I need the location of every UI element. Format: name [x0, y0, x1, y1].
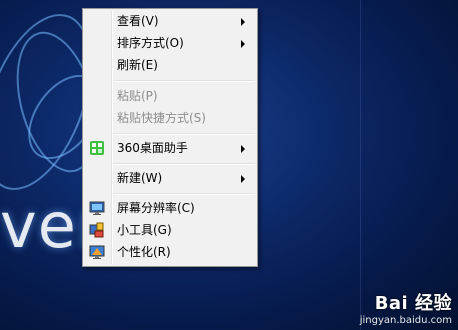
- context-menu: 查看(V) 排序方式(O) 刷新(E) 粘贴(P) 粘贴快捷方式(S) 360桌…: [82, 8, 258, 267]
- menu-item-label: 粘贴快捷方式(S): [117, 111, 206, 125]
- menu-item-sort[interactable]: 排序方式(O): [85, 32, 255, 54]
- wallpaper-light-line: [360, 0, 361, 330]
- 360-desktop-helper-icon: [89, 140, 105, 156]
- menu-item-label: 排序方式(O): [117, 36, 184, 50]
- menu-item-paste[interactable]: 粘贴(P): [85, 85, 255, 107]
- personalize-icon: [89, 244, 105, 260]
- submenu-arrow-icon: [241, 175, 245, 183]
- gadgets-icon: [89, 222, 105, 238]
- menu-item-label: 小工具(G): [117, 223, 172, 237]
- submenu-arrow-icon: [241, 40, 245, 48]
- menu-separator: [113, 133, 255, 135]
- menu-item-360-desktop-helper[interactable]: 360桌面助手: [85, 137, 255, 159]
- menu-item-personalize[interactable]: 个性化(R): [85, 241, 255, 263]
- baidu-jingyan-watermark: Bai 经验 jingyan.baidu.com: [360, 289, 452, 326]
- menu-item-label: 新建(W): [117, 171, 163, 185]
- menu-item-gadgets[interactable]: 小工具(G): [85, 219, 255, 241]
- menu-item-view[interactable]: 查看(V): [85, 10, 255, 32]
- menu-item-label: 360桌面助手: [117, 141, 188, 155]
- menu-separator: [113, 80, 255, 82]
- watermark-url: jingyan.baidu.com: [359, 315, 452, 326]
- menu-item-new[interactable]: 新建(W): [85, 167, 255, 189]
- menu-separator: [113, 163, 255, 165]
- submenu-arrow-icon: [241, 145, 245, 153]
- menu-separator: [113, 193, 255, 195]
- menu-item-label: 屏幕分辨率(C): [117, 201, 195, 215]
- menu-item-label: 粘贴(P): [117, 89, 158, 103]
- menu-item-label: 个性化(R): [117, 245, 171, 259]
- watermark-brand: Bai 经验: [374, 293, 452, 314]
- menu-item-label: 刷新(E): [117, 58, 158, 72]
- menu-item-screen-resolution[interactable]: 屏幕分辨率(C): [85, 197, 255, 219]
- menu-item-paste-shortcut[interactable]: 粘贴快捷方式(S): [85, 107, 255, 129]
- submenu-arrow-icon: [241, 18, 245, 26]
- menu-item-label: 查看(V): [117, 14, 159, 28]
- screen-resolution-icon: [89, 200, 105, 216]
- menu-item-refresh[interactable]: 刷新(E): [85, 54, 255, 76]
